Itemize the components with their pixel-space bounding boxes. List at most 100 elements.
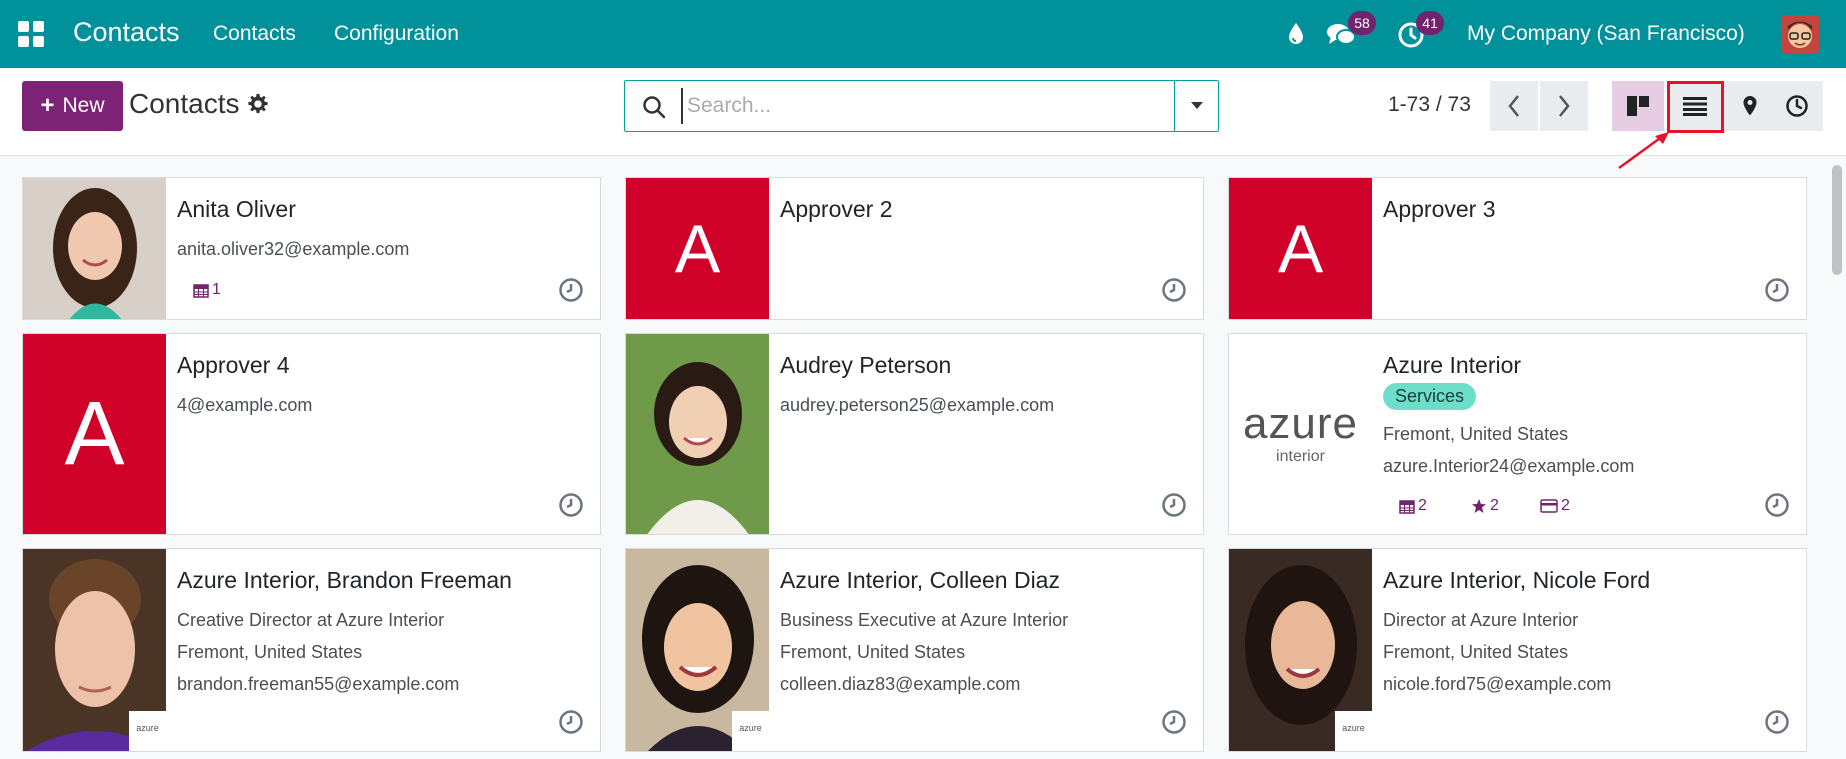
contact-email: anita.oliver32@example.com: [177, 239, 410, 259]
contact-name: Approver 3: [1383, 196, 1496, 222]
chevron-left-icon: [1508, 95, 1519, 117]
annotation-arrow-icon: [1618, 132, 1669, 170]
contact-location: Fremont, United States: [1383, 424, 1569, 444]
activity-clock-icon[interactable]: [1161, 492, 1187, 518]
menu-configuration[interactable]: Configuration: [334, 22, 459, 46]
search-icon: [643, 96, 666, 119]
chevron-right-icon: [1559, 95, 1570, 117]
pager-previous-button[interactable]: [1490, 81, 1538, 131]
calendar-icon: [193, 284, 209, 298]
contact-name: Approver 2: [780, 196, 893, 222]
top-navbar: Contacts Contacts Configuration 58 41 My…: [0, 0, 1846, 68]
contact-card[interactable]: azure Azure Interior, Colleen Diaz Busin…: [625, 548, 1204, 752]
app-brand[interactable]: Contacts: [73, 17, 180, 48]
contact-location: Fremont, United States: [780, 642, 966, 662]
contact-email: nicole.ford75@example.com: [1383, 674, 1612, 694]
menu-contacts[interactable]: Contacts: [213, 22, 296, 46]
logo-subtext: interior: [1276, 448, 1325, 465]
company-switcher[interactable]: My Company (San Francisco): [1467, 22, 1745, 46]
contact-job-title: Creative Director at Azure Interior: [177, 610, 445, 630]
clock-icon: [1786, 95, 1808, 117]
opportunities-counter[interactable]: 2: [1471, 497, 1499, 515]
list-view-highlight-box: [1667, 81, 1724, 133]
new-button-label: New: [62, 94, 105, 117]
vertical-scrollbar[interactable]: [1832, 165, 1842, 275]
contact-job-title: Director at Azure Interior: [1383, 610, 1579, 630]
activity-clock-icon[interactable]: [558, 277, 584, 303]
map-view-button[interactable]: [1724, 81, 1776, 131]
activity-view-button[interactable]: [1771, 81, 1823, 131]
activity-clock-icon[interactable]: [558, 709, 584, 735]
user-avatar[interactable]: [1781, 15, 1819, 53]
kanban-icon: [1627, 96, 1649, 116]
meetings-counter[interactable]: 2: [1399, 497, 1427, 515]
credit-card-icon: [1540, 499, 1558, 513]
contact-card[interactable]: azure Azure Interior, Nicole Ford Direct…: [1228, 548, 1807, 752]
caret-down-icon: [1190, 102, 1203, 109]
gear-icon[interactable]: [247, 93, 269, 115]
activity-clock-icon[interactable]: [1764, 492, 1790, 518]
invoices-counter[interactable]: 2: [1540, 497, 1570, 515]
map-marker-icon: [1743, 96, 1757, 116]
apps-menu-icon[interactable]: [18, 21, 44, 47]
contact-email: azure.Interior24@example.com: [1383, 456, 1635, 476]
contact-job-title: Business Executive at Azure Interior: [780, 610, 1069, 630]
kanban-view-button[interactable]: [1612, 81, 1664, 131]
contact-location: Fremont, United States: [1383, 642, 1569, 662]
contact-card[interactable]: A Approver 2: [625, 177, 1204, 320]
page-title: Contacts: [129, 88, 240, 119]
contact-initial-avatar: A: [1229, 178, 1372, 319]
pager-value[interactable]: 1-73 / 73: [1388, 93, 1471, 117]
new-button[interactable]: + New: [22, 81, 123, 131]
contact-initial-avatar: A: [23, 334, 166, 534]
search-options-toggle[interactable]: [1174, 81, 1218, 131]
meetings-count: 2: [1418, 497, 1427, 514]
meetings-counter[interactable]: 1: [193, 281, 221, 299]
contact-email: audrey.peterson25@example.com: [780, 395, 1055, 415]
search-input[interactable]: [681, 88, 1141, 124]
contact-card[interactable]: Audrey Peterson audrey.peterson25@exampl…: [625, 333, 1204, 535]
company-logo: azure interior: [1229, 334, 1372, 534]
control-panel: + New Contacts 1-73 / 73: [0, 68, 1846, 156]
search-box: [624, 80, 1219, 132]
logo-text: azure: [1242, 399, 1359, 448]
company-mini-logo: azure: [1335, 711, 1372, 751]
activities-badge: 41: [1416, 11, 1444, 35]
contact-initial-avatar: A: [626, 178, 769, 319]
activity-clock-icon[interactable]: [558, 492, 584, 518]
contact-location: Fremont, United States: [177, 642, 363, 662]
meetings-count: 1: [212, 281, 221, 298]
contact-card[interactable]: A Approver 4 4@example.com: [22, 333, 601, 535]
activity-clock-icon[interactable]: [1764, 709, 1790, 735]
contact-name: Audrey Peterson: [780, 352, 952, 378]
contact-email: 4@example.com: [177, 395, 313, 415]
drop-icon[interactable]: [1280, 18, 1312, 50]
activity-clock-icon[interactable]: [1161, 709, 1187, 735]
messages-badge: 58: [1348, 11, 1376, 35]
contact-card[interactable]: Anita Oliver anita.oliver32@example.com …: [22, 177, 601, 320]
invoices-count: 2: [1561, 497, 1570, 514]
contact-name: Azure Interior: [1383, 352, 1522, 378]
activity-clock-icon[interactable]: [1161, 277, 1187, 303]
contact-email: colleen.diaz83@example.com: [780, 674, 1021, 694]
company-mini-logo: azure: [732, 711, 769, 751]
contact-name: Azure Interior, Colleen Diaz: [780, 567, 1060, 593]
contact-card[interactable]: A Approver 3: [1228, 177, 1807, 320]
contact-photo: [626, 334, 769, 534]
plus-icon: +: [40, 92, 55, 119]
contact-name: Azure Interior, Nicole Ford: [1383, 567, 1651, 593]
contact-card[interactable]: azure Azure Interior, Brandon Freeman Cr…: [22, 548, 601, 752]
tag-badge: Services: [1383, 383, 1477, 410]
company-mini-logo: azure: [129, 711, 166, 751]
pager-next-button[interactable]: [1540, 81, 1588, 131]
contact-name: Azure Interior, Brandon Freeman: [177, 567, 512, 593]
activity-clock-icon[interactable]: [1764, 277, 1790, 303]
contact-name: Anita Oliver: [177, 196, 296, 222]
calendar-icon: [1399, 500, 1415, 514]
contact-email: brandon.freeman55@example.com: [177, 674, 460, 694]
contact-card[interactable]: azure interior Azure Interior Services F…: [1228, 333, 1807, 535]
contact-photo: [23, 178, 166, 319]
opportunities-count: 2: [1490, 497, 1499, 514]
contact-name: Approver 4: [177, 352, 290, 378]
star-icon: [1472, 499, 1486, 513]
